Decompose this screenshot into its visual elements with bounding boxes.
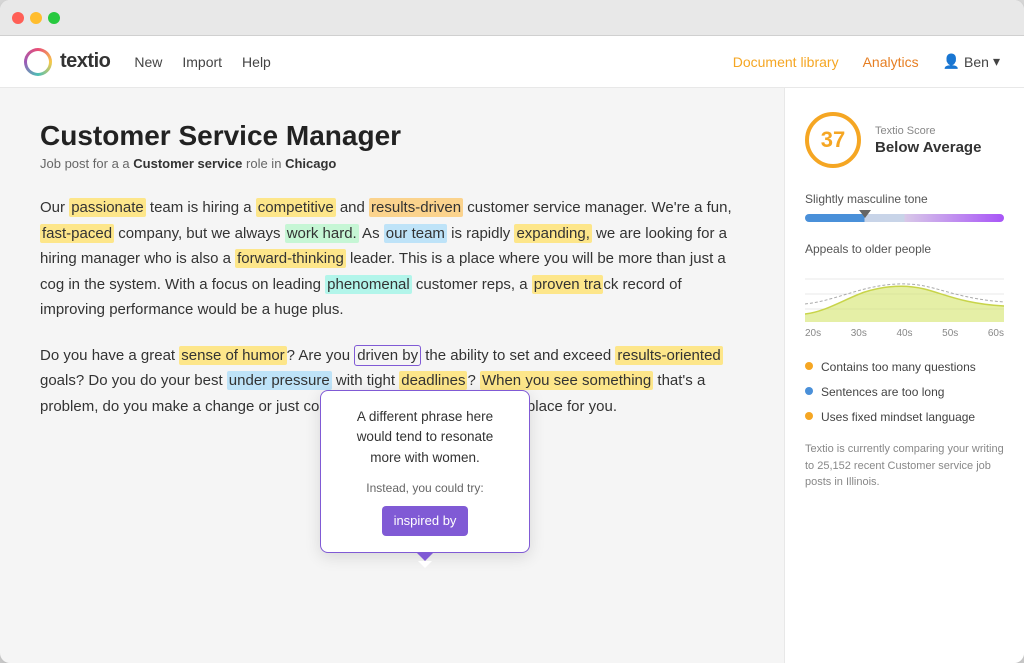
insight-dot-0	[805, 362, 813, 370]
tone-marker-triangle	[859, 210, 871, 218]
score-info: Textio Score Below Average	[875, 125, 981, 156]
highlight-driven-by[interactable]: driven by	[354, 345, 421, 366]
highlight-proven-track: proven tra	[532, 275, 604, 294]
tooltip-main-text: A different phrase here would tend to re…	[341, 407, 509, 468]
tone-bar	[805, 214, 1004, 222]
tooltip-arrow-inner	[418, 561, 432, 568]
logo-text: textio	[60, 50, 110, 73]
score-section: 37 Textio Score Below Average	[805, 112, 1004, 168]
sidebar: 37 Textio Score Below Average Slightly m…	[784, 88, 1024, 663]
insight-text-0: Contains too many questions	[821, 359, 976, 376]
user-name: Ben	[964, 54, 989, 70]
age-title: Appeals to older people	[805, 242, 1004, 256]
highlight-competitive: competitive	[256, 198, 336, 217]
age-chart	[805, 264, 1004, 324]
insights-section: Contains too many questions Sentences ar…	[805, 359, 1004, 425]
app-window: textio New Import Help Document library …	[0, 0, 1024, 663]
highlight-under-pressure: under pressure	[227, 371, 332, 390]
score-value: 37	[821, 127, 845, 153]
highlight-expanding: expanding,	[514, 224, 591, 243]
score-desc: Below Average	[875, 139, 981, 156]
highlight-results-driven: results-driven	[369, 198, 463, 217]
age-label-20s: 20s	[805, 328, 821, 339]
tooltip: A different phrase here would tend to re…	[320, 390, 530, 553]
tooltip-suggestion[interactable]: inspired by	[382, 506, 469, 536]
age-chart-svg	[805, 264, 1004, 324]
nav-links: New Import Help	[134, 50, 271, 74]
nav-new[interactable]: New	[134, 50, 162, 74]
insight-text-2: Uses fixed mindset language	[821, 409, 975, 426]
maximize-button[interactable]	[48, 12, 60, 24]
logo: textio	[24, 48, 110, 76]
doc-subtitle: Job post for a a Customer service role i…	[40, 156, 744, 171]
tone-marker	[859, 210, 871, 218]
age-label-60s: 60s	[988, 328, 1004, 339]
highlight-deadlines: deadlines	[399, 371, 467, 390]
tooltip-arrow	[417, 553, 433, 561]
highlight-results-oriented: results-oriented	[615, 346, 722, 365]
doc-body[interactable]: Our passionate team is hiring a competit…	[40, 195, 744, 419]
nav-right: Document library Analytics 👤 Ben ▾	[733, 53, 1000, 70]
tooltip-wrapper: A different phrase here would tend to re…	[320, 390, 530, 553]
nav-import[interactable]: Import	[182, 50, 222, 74]
insight-item-0: Contains too many questions	[805, 359, 1004, 376]
chevron-down-icon: ▾	[993, 53, 1000, 70]
tone-title: Slightly masculine tone	[805, 192, 1004, 206]
nav-document-library[interactable]: Document library	[733, 54, 839, 70]
score-circle: 37	[805, 112, 861, 168]
sidebar-footer-text: Textio is currently comparing your writi…	[805, 443, 1004, 488]
user-icon: 👤	[943, 53, 960, 70]
nav-help[interactable]: Help	[242, 50, 271, 74]
sidebar-footer: Textio is currently comparing your writi…	[805, 441, 1004, 491]
doc-title: Customer Service Manager	[40, 120, 744, 152]
user-menu[interactable]: 👤 Ben ▾	[943, 53, 1000, 70]
main-content[interactable]: Customer Service Manager Job post for a …	[0, 88, 784, 663]
close-button[interactable]	[12, 12, 24, 24]
navbar: textio New Import Help Document library …	[0, 36, 1024, 88]
highlight-passionate: passionate	[69, 198, 146, 217]
insight-dot-2	[805, 412, 813, 420]
highlight-phenomenal: phenomenal	[325, 275, 412, 294]
tone-section: Slightly masculine tone	[805, 192, 1004, 222]
highlight-our-team: our team	[384, 224, 447, 243]
highlight-work-hard: work hard.	[285, 224, 359, 243]
insight-dot-1	[805, 387, 813, 395]
age-label-40s: 40s	[896, 328, 912, 339]
highlight-fast-paced: fast-paced	[40, 224, 114, 243]
insight-text-1: Sentences are too long	[821, 384, 944, 401]
nav-analytics[interactable]: Analytics	[863, 54, 919, 70]
traffic-lights	[12, 12, 60, 24]
content-area: Customer Service Manager Job post for a …	[0, 88, 1024, 663]
age-label-30s: 30s	[851, 328, 867, 339]
age-labels: 20s 30s 40s 50s 60s	[805, 328, 1004, 339]
insight-item-1: Sentences are too long	[805, 384, 1004, 401]
score-label: Textio Score	[875, 125, 981, 137]
age-label-50s: 50s	[942, 328, 958, 339]
insight-item-2: Uses fixed mindset language	[805, 409, 1004, 426]
titlebar	[0, 0, 1024, 36]
paragraph-1: Our passionate team is hiring a competit…	[40, 195, 744, 323]
age-section: Appeals to older people	[805, 242, 1004, 339]
highlight-sense-of-humor: sense of humor	[179, 346, 286, 365]
tooltip-instead-label: Instead, you could try:	[341, 478, 509, 498]
minimize-button[interactable]	[30, 12, 42, 24]
highlight-forward-thinking: forward-thinking	[235, 249, 346, 268]
highlight-when-you-see: When you see something	[480, 371, 653, 390]
logo-icon	[24, 48, 52, 76]
